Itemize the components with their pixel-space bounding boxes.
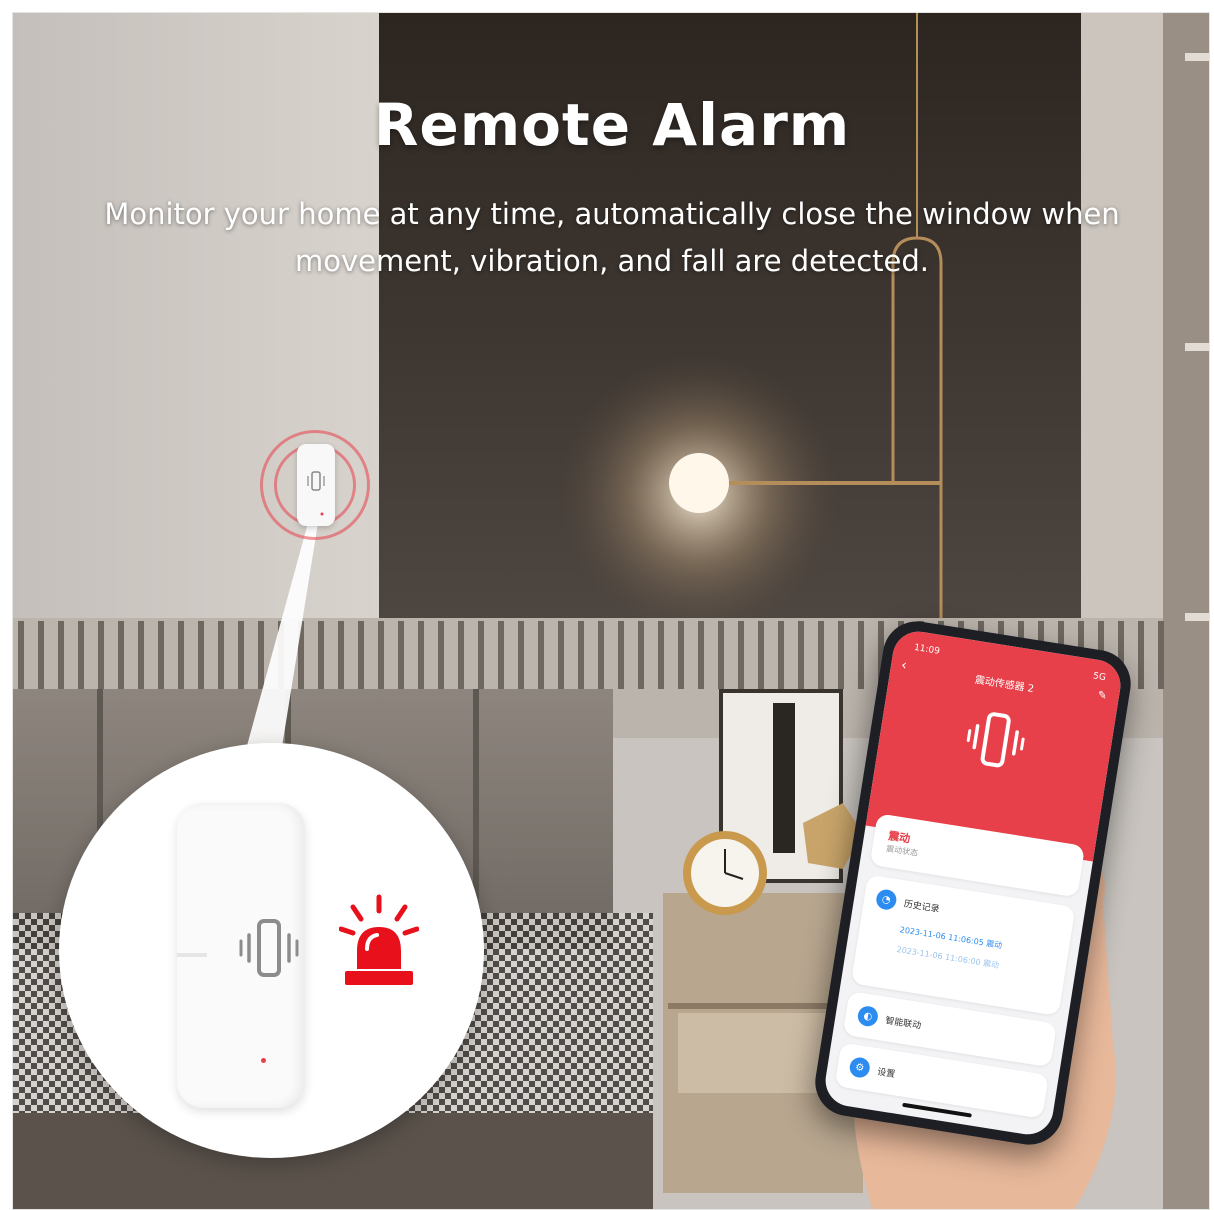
sensor-closeup (177, 803, 305, 1108)
status-time: 11:09 (913, 642, 941, 657)
sensor-led (261, 1058, 266, 1063)
toggle-icon: ◐ (856, 1004, 880, 1028)
sensor-seam (177, 953, 207, 957)
vibration-icon (966, 712, 1025, 768)
wall-sensor-body (297, 444, 335, 526)
wall-sensor (260, 430, 370, 540)
status-label: 震动状态 (885, 844, 919, 858)
image-frame: Remote Alarm Monitor your home at any ti… (0, 0, 1214, 1210)
status-network: 5G (1092, 671, 1107, 684)
gear-icon: ⚙ (848, 1056, 872, 1079)
history-card[interactable]: ◔ 历史记录 2023-11-06 11:06:05 震动 2023-11-06… (850, 874, 1076, 1016)
vibration-icon (307, 471, 325, 516)
smart-link-label: 智能联动 (884, 1016, 922, 1032)
history-label: 历史记录 (903, 899, 941, 916)
zoom-bubble (59, 743, 484, 1158)
bedroom-scene: Remote Alarm Monitor your home at any ti… (12, 12, 1210, 1210)
subline-line-1: Monitor your home at any time, automatic… (104, 197, 1120, 231)
settings-label: 设置 (876, 1067, 896, 1081)
headline: Remote Alarm (373, 91, 851, 159)
siren-icon (339, 894, 419, 985)
subline: Monitor your home at any time, automatic… (43, 191, 1181, 285)
clock-icon: ◔ (874, 888, 898, 912)
vibration-icon (239, 919, 299, 977)
subline-line-2: movement, vibration, and fall are detect… (294, 244, 930, 278)
